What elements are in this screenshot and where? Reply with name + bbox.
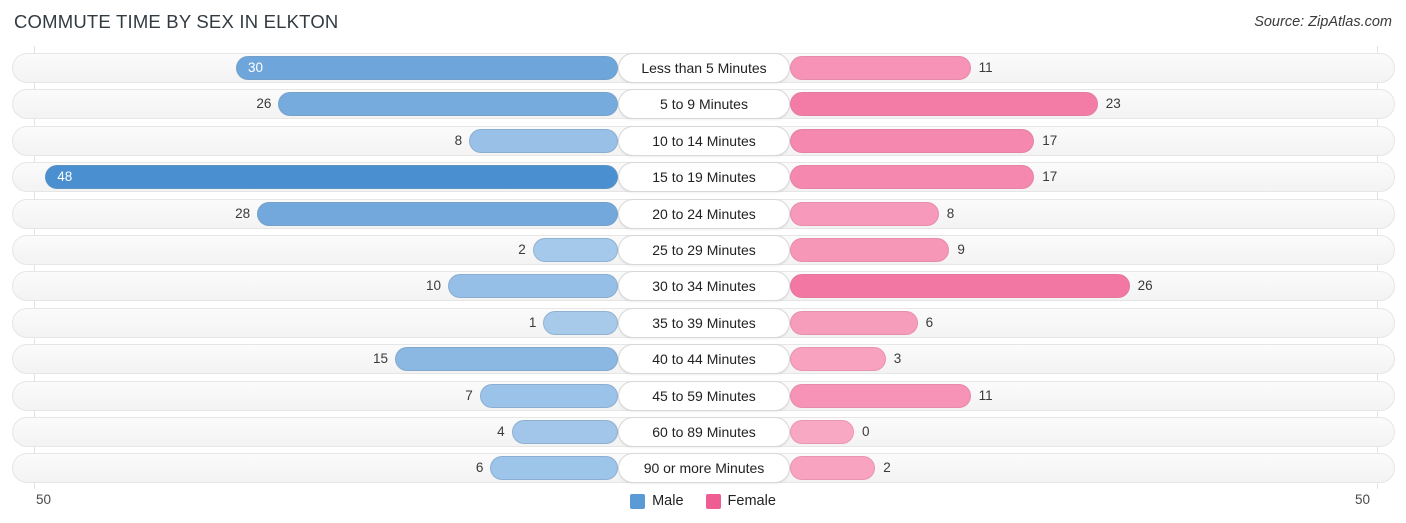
category-label: 35 to 39 Minutes	[618, 307, 790, 338]
chart-row: 30 11 Less than 5 Minutes	[0, 50, 1406, 86]
female-value-label: 17	[1042, 169, 1058, 185]
category-label: 25 to 29 Minutes	[618, 234, 790, 265]
male-bar[interactable]	[511, 419, 618, 444]
chart-legend: Male Female	[0, 493, 1406, 509]
category-label: 10 to 14 Minutes	[618, 125, 790, 156]
female-bar[interactable]	[790, 201, 939, 226]
chart-row: 2 9 25 to 29 Minutes	[0, 232, 1406, 268]
chart-row: 10 26 30 to 34 Minutes	[0, 268, 1406, 304]
chart-row: 26 23 5 to 9 Minutes	[0, 86, 1406, 122]
chart-rows: 30 11 Less than 5 Minutes 26 23 5 to 9 Minute…	[0, 50, 1406, 487]
male-bar[interactable]	[257, 201, 618, 226]
female-bar[interactable]	[790, 237, 950, 262]
legend-item-male[interactable]: Male	[630, 493, 684, 509]
male-value-label: 2	[518, 241, 526, 257]
chart-footer: 50 50 Male Female	[0, 489, 1406, 523]
category-label: 60 to 89 Minutes	[618, 416, 790, 447]
chart-row: 1 6 35 to 39 Minutes	[0, 305, 1406, 341]
legend-label: Female	[727, 493, 776, 509]
chart-row: 8 17 10 to 14 Minutes	[0, 123, 1406, 159]
legend-label: Male	[652, 493, 684, 509]
page-title: COMMUTE TIME BY SEX IN ELKTON	[14, 11, 339, 32]
male-value-label: 7	[465, 387, 473, 403]
male-value-label: 15	[372, 351, 388, 367]
chart-row: 6 2 90 or more Minutes	[0, 450, 1406, 486]
chart-plot-area: 30 11 Less than 5 Minutes 26 23 5 to 9 Minute…	[0, 46, 1406, 523]
male-bar[interactable]	[543, 310, 618, 335]
female-bar[interactable]	[790, 456, 876, 481]
female-value-label: 2	[883, 460, 891, 476]
female-value-label: 0	[862, 423, 870, 439]
male-bar[interactable]	[395, 347, 618, 372]
female-bar[interactable]	[790, 56, 971, 80]
female-value-label: 26	[1137, 278, 1153, 294]
category-label: 15 to 19 Minutes	[618, 162, 790, 193]
male-bar[interactable]	[532, 237, 618, 262]
chart-row: 48 17 15 to 19 Minutes	[0, 159, 1406, 195]
female-bar[interactable]	[790, 383, 971, 408]
male-value-label: 30	[248, 60, 264, 75]
male-bar[interactable]	[469, 128, 618, 153]
category-label: 5 to 9 Minutes	[618, 89, 790, 120]
female-bar[interactable]	[790, 165, 1035, 190]
female-value-label: 9	[957, 241, 965, 257]
male-value-label: 48	[57, 169, 73, 185]
chart-header: COMMUTE TIME BY SEX IN ELKTON Source: Zi…	[0, 0, 1406, 46]
female-bar[interactable]	[790, 347, 886, 372]
legend-item-female[interactable]: Female	[705, 493, 776, 509]
chart-row: 28 8 20 to 24 Minutes	[0, 196, 1406, 232]
female-value-label: 3	[893, 351, 902, 367]
male-bar[interactable]	[236, 56, 618, 80]
legend-swatch-icon	[630, 493, 646, 509]
male-value-label: 8	[454, 132, 463, 148]
male-bar[interactable]	[278, 92, 618, 117]
male-value-label: 6	[475, 460, 484, 476]
female-value-label: 23	[1105, 96, 1121, 112]
category-label: Less than 5 Minutes	[618, 53, 790, 83]
female-bar[interactable]	[790, 310, 918, 335]
male-bar[interactable]	[490, 456, 618, 481]
category-label: 30 to 34 Minutes	[618, 271, 790, 302]
legend-swatch-icon	[705, 493, 721, 509]
female-value-label: 17	[1042, 132, 1058, 148]
female-value-label: 11	[978, 60, 993, 75]
male-value-label: 1	[528, 314, 537, 330]
male-bar[interactable]	[479, 383, 618, 408]
female-bar[interactable]	[790, 92, 1098, 117]
category-label: 45 to 59 Minutes	[618, 380, 790, 411]
female-value-label: 6	[925, 314, 934, 330]
male-value-label: 4	[497, 423, 505, 439]
source-attribution: Source: ZipAtlas.com	[1254, 14, 1392, 30]
male-bar[interactable]	[448, 274, 618, 299]
female-bar[interactable]	[790, 274, 1130, 299]
category-label: 40 to 44 Minutes	[618, 344, 790, 375]
male-value-label: 26	[256, 96, 272, 112]
male-value-label: 10	[425, 278, 441, 294]
female-value-label: 11	[978, 387, 993, 403]
male-bar[interactable]	[45, 165, 618, 190]
category-label: 90 or more Minutes	[618, 453, 790, 484]
chart-row: 15 3 40 to 44 Minutes	[0, 341, 1406, 377]
female-bar[interactable]	[790, 128, 1035, 153]
female-bar[interactable]	[790, 419, 854, 444]
chart-row: 4 0 60 to 89 Minutes	[0, 414, 1406, 450]
category-label: 20 to 24 Minutes	[618, 198, 790, 229]
female-value-label: 8	[946, 205, 955, 221]
male-value-label: 28	[235, 205, 251, 221]
chart-row: 7 11 45 to 59 Minutes	[0, 378, 1406, 414]
